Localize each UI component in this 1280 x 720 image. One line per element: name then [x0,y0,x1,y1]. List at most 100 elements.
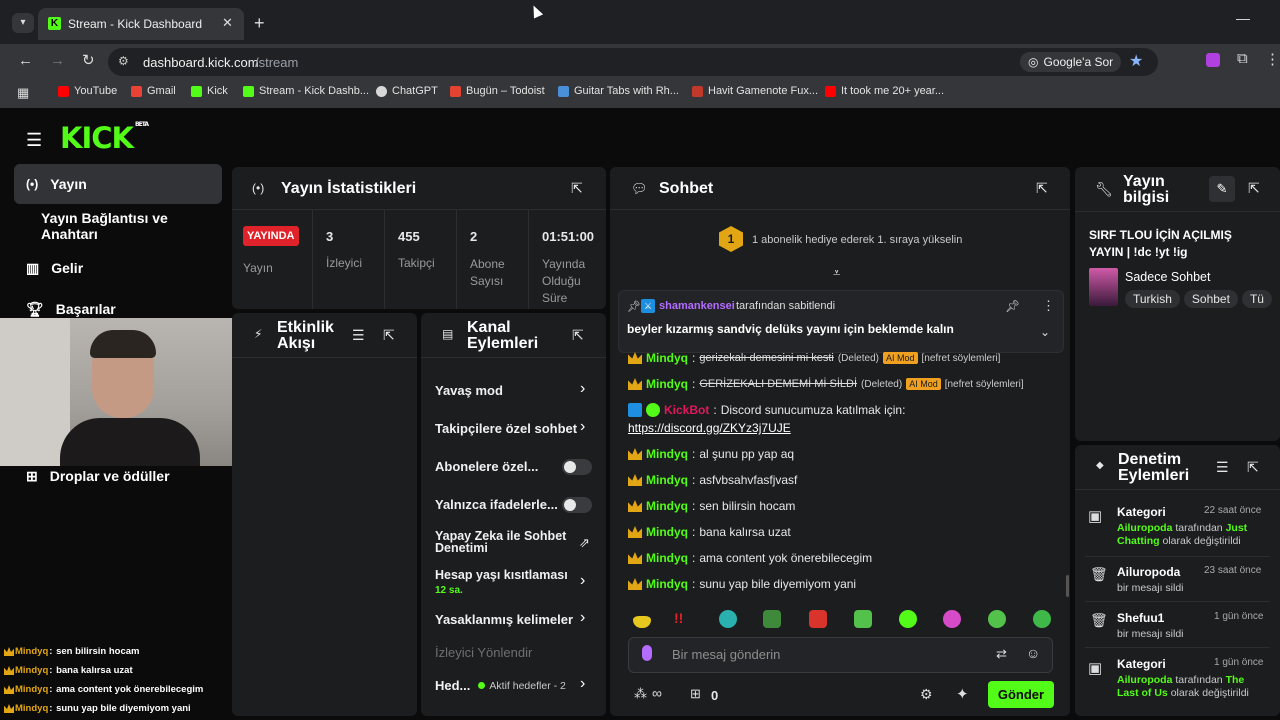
bookmark-kick[interactable]: Kick [191,85,228,97]
emoji-icon[interactable]: ☺ [1026,645,1040,661]
send-button[interactable]: Gönder [988,681,1054,708]
collapse-icon[interactable]: ⩡ [833,265,840,281]
emote-icon[interactable]: !! [674,610,694,628]
sidebar-item-revenue[interactable]: ▥ Gelir [14,248,222,288]
sidebar-item-stream-key[interactable]: Yayın Bağlantısı ve Anahtarı [14,206,222,246]
bookmark-star-icon[interactable]: ★ [1129,51,1143,71]
translate-icon[interactable]: ⇄ [996,646,1007,662]
category-name[interactable]: Sadece Sohbet [1125,270,1211,284]
chat-message[interactable]: Mindyq: sunu yap bile diyemiyom yani [628,577,856,591]
tag-pill[interactable]: Turkish [1125,290,1180,308]
stream-info-divider [1075,211,1280,212]
crown-icon [628,448,642,460]
new-tab-button[interactable]: + [254,13,265,34]
chat-message[interactable]: Mindyq: gerizekalı demesini mi kesti (De… [628,351,1000,365]
gmail-icon [131,85,142,97]
bookmark-stream[interactable]: Stream - Kick Dashb... [243,85,369,97]
emote-icon[interactable] [943,610,961,628]
tab-list-button[interactable]: ▾ [12,13,34,33]
forward-arrow-icon[interactable]: → [50,52,65,69]
bookmark-gmail[interactable]: Gmail [131,85,176,97]
bookmark-guitar-tabs[interactable]: Guitar Tabs with Rh... [558,85,679,97]
chat-message[interactable]: KickBot: Discord sunucumuza katılmak içi… [628,403,905,417]
goals-item[interactable]: Hed... Aktif hedefler - 2 [435,678,566,693]
gift-icon[interactable]: ⊞ [690,686,701,702]
chat-message[interactable]: Mindyq: sen bilirsin hocam [628,499,795,513]
chevron-right-icon[interactable]: › [580,380,585,398]
bot-icon[interactable]: ✦ [956,685,969,703]
ask-google-button[interactable]: ◎ Google'a Sor [1020,52,1122,72]
chat-settings-icon[interactable]: ⚙ [920,686,933,703]
back-arrow-icon[interactable]: ← [18,52,33,69]
mod-row-divider [1085,647,1270,648]
kick-logo[interactable]: KICK BETA [60,121,149,155]
popout-icon[interactable]: ⇱ [1247,459,1259,476]
close-tab-icon[interactable]: ✕ [222,15,233,31]
emote-icon[interactable] [988,610,1006,628]
bookmark-youtube[interactable]: YouTube [58,85,117,97]
emote-icon[interactable] [1033,610,1051,628]
slow-mode-item[interactable]: Yavaş mod [435,383,503,398]
chevron-down-icon[interactable]: ⌄ [1040,325,1050,339]
category-change-icon: ▣ [1088,660,1103,677]
chat-message[interactable]: Mindyq: al şunu pp yap aq [628,447,794,461]
more-options-icon[interactable]: ⋮ [1042,298,1055,314]
channel-points-icon[interactable]: ⁂ [634,686,647,702]
emote-icon[interactable] [854,610,872,628]
tag-pill[interactable]: Tü [1241,290,1272,308]
menu-dots-icon[interactable]: ⋮ [1265,50,1280,68]
bookmark-youtube-video[interactable]: It took me 20+ year... [825,85,944,97]
external-link-icon[interactable]: ⇗ [579,535,590,551]
filter-icon[interactable]: ☰ [352,327,365,344]
emote-icon[interactable] [763,610,781,628]
crown-icon [628,474,642,486]
bookmark-todoist[interactable]: Bugün – Todoist [450,85,545,97]
apps-grid-icon[interactable]: ▦ [17,85,29,101]
microphone-icon[interactable] [642,645,652,661]
ai-moderation-item[interactable]: Yapay Zeka ile Sohbet Denetimi [435,530,566,555]
followers-only-item[interactable]: Takipçilere özel sohbet [435,421,577,436]
emote-icon[interactable] [809,610,827,628]
chevron-right-icon[interactable]: › [580,418,585,436]
bookmark-chatgpt[interactable]: ChatGPT [376,85,438,97]
emote-icon[interactable] [899,610,917,628]
chat-panel [610,167,1070,716]
extension-icon[interactable] [1206,53,1220,67]
emotes-only-toggle[interactable] [562,497,592,513]
extensions-puzzle-icon[interactable]: ⧉ [1237,50,1248,67]
site-settings-icon[interactable]: ⚙ [118,54,129,68]
sidebar-item-stream[interactable]: (•) Yayın [14,164,222,204]
stats-divider [232,209,606,210]
chevron-right-icon[interactable]: › [580,572,585,590]
popout-icon[interactable]: ⇱ [1036,180,1048,197]
chevron-right-icon[interactable]: › [580,675,585,693]
popout-icon[interactable]: ⇱ [1248,180,1260,197]
reload-icon[interactable]: ↻ [82,51,95,69]
chat-link[interactable]: https://discord.gg/ZKYz3j7UJE [628,421,791,435]
chat-message[interactable]: Mindyq: ama content yok önerebilecegim [628,551,872,565]
chat-message[interactable]: Mindyq: bana kalırsa uzat [628,525,791,539]
subs-only-toggle[interactable] [562,459,592,475]
popout-icon[interactable]: ⇱ [383,327,395,344]
hamburger-menu-icon[interactable]: ☰ [26,130,42,151]
pin-icon[interactable]: 📌︎ [1005,299,1020,313]
filter-icon[interactable]: ☰ [1216,459,1229,476]
chat-message[interactable]: Mindyq: asfvbsahvfasfjvasf [628,473,797,487]
chevron-right-icon[interactable]: › [580,609,585,627]
kick-icon [243,85,254,97]
moderation-icon: ◆ [1096,460,1104,471]
tag-pill[interactable]: Sohbet [1183,290,1238,308]
chat-message[interactable]: Mindyq: GERİZEKALI DEMEMİ Mİ SİLDİ (Dele… [628,377,1024,391]
popout-icon[interactable]: ⇱ [571,180,583,197]
raid-item[interactable]: İzleyici Yönlendir [435,645,532,660]
minimize-icon[interactable]: — [1236,10,1250,26]
banned-words-item[interactable]: Yasaklanmış kelimeler [435,612,573,627]
edit-button[interactable]: ✎ [1209,176,1235,202]
chat-scrollbar[interactable] [1066,575,1069,597]
popout-icon[interactable]: ⇱ [572,327,584,344]
address-bar[interactable]: ⚙ dashboard.kick.com /stream ◎ Google'a S… [108,48,1158,76]
account-age-item[interactable]: Hesap yaşı kısıtlaması 12 sa. [435,568,568,596]
bookmark-havit[interactable]: Havit Gamenote Fux... [692,85,818,97]
emote-icon[interactable] [719,610,737,628]
browser-tab[interactable]: K Stream - Kick Dashboard ✕ [38,8,244,40]
